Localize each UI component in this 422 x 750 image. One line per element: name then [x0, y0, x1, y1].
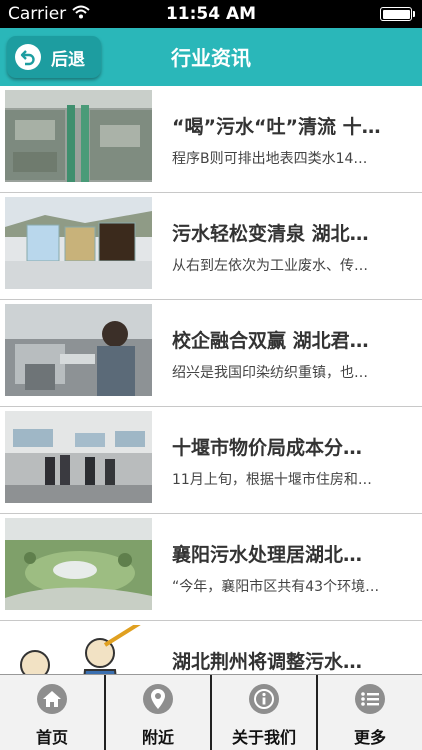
news-thumbnail: [5, 625, 152, 674]
news-item[interactable]: 校企融合双赢 湖北君… 绍兴是我国印染纺织重镇，也…: [0, 300, 422, 407]
news-item[interactable]: “喝”污水“吐”清流 十… 程序B则可排出地表四类水14…: [0, 86, 422, 193]
page-title: 行业资讯: [171, 46, 251, 70]
news-summary: 11月上旬，根据十堰市住房和…: [172, 472, 372, 488]
news-thumbnail: [5, 90, 152, 182]
news-summary: 绍兴是我国印染纺织重镇，也…: [172, 365, 368, 381]
tab-more[interactable]: 更多: [318, 675, 422, 750]
news-thumbnail: [5, 197, 152, 289]
info-icon: [249, 684, 279, 714]
status-bar: Carrier 11:54 AM: [0, 0, 422, 28]
tab-label: 关于我们: [231, 728, 296, 747]
battery-icon: [380, 7, 415, 21]
list-icon: [355, 684, 385, 714]
news-title: 襄阳污水处理居湖北…: [172, 544, 363, 566]
tab-home[interactable]: 首页: [0, 675, 106, 750]
news-title: 十堰市物价局成本分…: [172, 437, 363, 459]
news-summary: “今年，襄阳市区共有43个环境…: [172, 579, 380, 595]
tab-nearby[interactable]: 附近: [106, 675, 212, 750]
news-item[interactable]: 污水轻松变清泉 湖北… 从右到左依次为工业废水、传…: [0, 193, 422, 300]
news-title: 湖北荆州将调整污水…: [172, 651, 363, 673]
news-thumbnail: [5, 411, 152, 503]
tab-label: 首页: [35, 728, 68, 747]
news-thumbnail: [5, 518, 152, 610]
tab-about-us[interactable]: 关于我们: [212, 675, 318, 750]
news-thumbnail: [5, 304, 152, 396]
news-item[interactable]: 襄阳污水处理居湖北… “今年，襄阳市区共有43个环境…: [0, 514, 422, 621]
status-time: 11:54 AM: [165, 4, 257, 24]
news-title: 校企融合双赢 湖北君…: [172, 330, 369, 352]
location-pin-icon: [143, 684, 173, 714]
tab-label: 附近: [141, 728, 174, 747]
news-summary: 程序B则可排出地表四类水14…: [172, 151, 368, 167]
nav-bar: 后退 行业资讯: [0, 28, 422, 86]
news-item[interactable]: 十堰市物价局成本分… 11月上旬，根据十堰市住房和…: [0, 407, 422, 514]
news-title: 污水轻松变清泉 湖北…: [172, 223, 369, 245]
news-title: “喝”污水“吐”清流 十…: [172, 116, 381, 138]
news-summary: 从右到左依次为工业废水、传…: [172, 258, 368, 274]
tab-bar: 首页 附近 关于我们 更多: [0, 674, 422, 750]
news-list: “喝”污水“吐”清流 十… 程序B则可排出地表四类水14… 污水轻松变清泉 湖北…: [0, 86, 422, 674]
tab-label: 更多: [353, 728, 386, 747]
news-item[interactable]: 湖北荆州将调整污水…: [0, 621, 422, 674]
home-icon: [37, 684, 67, 714]
